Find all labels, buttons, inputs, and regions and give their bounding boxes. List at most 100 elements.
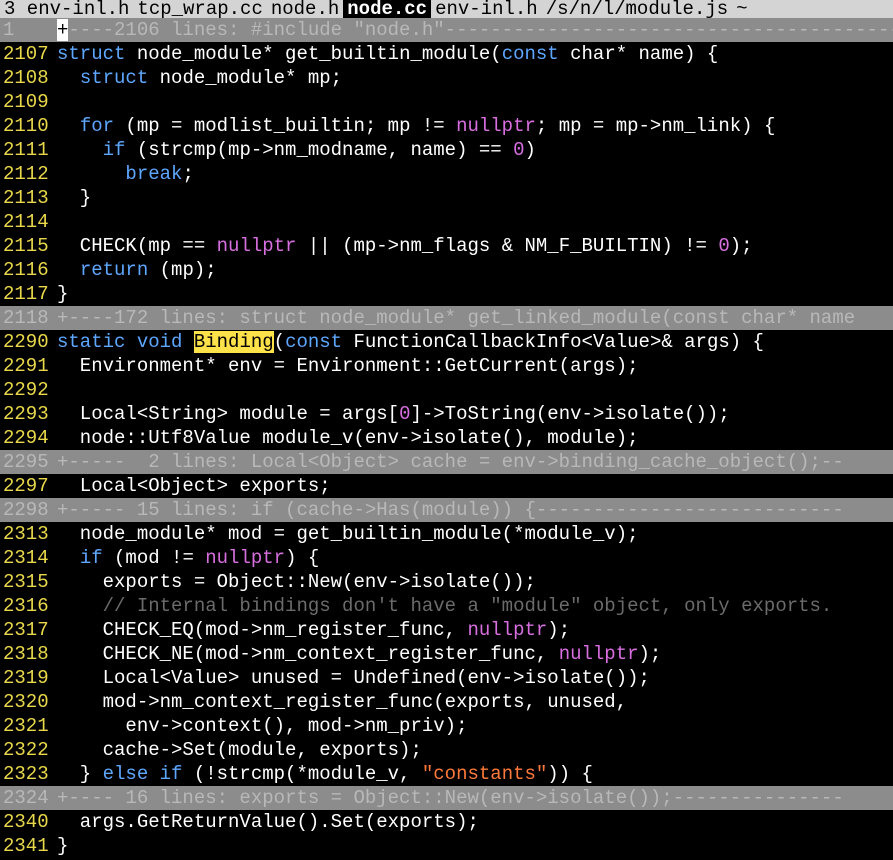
- code-line[interactable]: 2317 CHECK_EQ(mod->nm_register_func, nul…: [0, 618, 893, 642]
- code-line[interactable]: 2111 if (strcmp(mp->nm_modname, name) ==…: [0, 138, 893, 162]
- line-content: +----172 lines: struct node_module* get_…: [57, 307, 856, 329]
- code-line[interactable]: 2322 cache->Set(module, exports);: [0, 738, 893, 762]
- code-line[interactable]: 2291 Environment* env = Environment::Get…: [0, 354, 893, 378]
- fold-line[interactable]: 2324 +---- 16 lines: exports = Object::Ne…: [0, 786, 893, 810]
- code-line[interactable]: 2292: [0, 378, 893, 402]
- code-token: const: [285, 331, 343, 353]
- code-token: Environment* env = Environment::GetCurre…: [57, 355, 639, 377]
- line-number: 2291: [3, 355, 49, 377]
- code-token: node::Utf8Value module_v(env->isolate(),…: [57, 427, 639, 449]
- code-token: env->context(), mod->nm_priv);: [57, 715, 468, 737]
- code-line[interactable]: 2113 }: [0, 186, 893, 210]
- line-content: args.GetReturnValue().Set(exports);: [57, 811, 479, 833]
- fold-line[interactable]: 2118 +----172 lines: struct node_module* …: [0, 306, 893, 330]
- code-line[interactable]: 2117}: [0, 282, 893, 306]
- editor-buffer[interactable]: 1 +----2106 lines: #include "node.h"-----…: [0, 18, 893, 858]
- code-line[interactable]: 2293 Local<String> module = args[0]->ToS…: [0, 402, 893, 426]
- line-content: }: [57, 187, 91, 209]
- code-line[interactable]: 2294 node::Utf8Value module_v(env->isola…: [0, 426, 893, 450]
- code-token: 0: [399, 403, 411, 425]
- line-content: break;: [57, 163, 193, 185]
- code-token: (: [273, 331, 286, 353]
- code-token: return: [79, 259, 160, 281]
- code-line[interactable]: 2314 if (mod != nullptr) {: [0, 546, 893, 570]
- code-line[interactable]: 2116 return (mp);: [0, 258, 893, 282]
- code-line[interactable]: 2341}: [0, 834, 893, 858]
- code-line[interactable]: 2290 static void Binding(const FunctionCa…: [0, 330, 893, 354]
- line-number: 2322: [3, 739, 49, 761]
- code-token: 0: [718, 235, 730, 257]
- tab-tcp-wrap-cc[interactable]: tcp_wrap.cc: [133, 0, 266, 18]
- code-token: (mp);: [159, 259, 217, 281]
- code-token: );: [729, 235, 753, 257]
- search-match: Binding: [193, 331, 274, 353]
- code-token: nullptr: [456, 115, 536, 137]
- code-token: mod->nm_context_register_func(exports, u…: [57, 691, 628, 713]
- line-content: if (mod != nullptr) {: [57, 547, 319, 569]
- line-content: static void Binding(const FunctionCallba…: [57, 331, 764, 353]
- code-line[interactable]: 2313 node_module* mod = get_builtin_modu…: [0, 522, 893, 546]
- code-line[interactable]: 2108 struct node_module* mp;: [0, 66, 893, 90]
- code-line[interactable]: 2297 Local<Object> exports;: [0, 474, 893, 498]
- code-line[interactable]: 2107 struct node_module* get_builtin_modu…: [0, 42, 893, 66]
- fold-line[interactable]: 2298 +----- 15 lines: if (cache->Has(modu…: [0, 498, 893, 522]
- code-token: );: [638, 643, 662, 665]
- line-number: 2317: [3, 619, 49, 641]
- code-token: break: [125, 163, 183, 185]
- line-number: 2292: [3, 379, 49, 401]
- code-line[interactable]: 2340 args.GetReturnValue().Set(exports);: [0, 810, 893, 834]
- code-token: struct: [79, 67, 160, 89]
- tab-node-cc[interactable]: node.cc: [343, 0, 432, 18]
- code-line[interactable]: 2323 } else if (!strcmp(*module_v, "cons…: [0, 762, 893, 786]
- line-number: 2109: [3, 91, 49, 113]
- tab-env-inl-h[interactable]: env-inl.h: [431, 0, 542, 18]
- code-token: ]->ToString(env->isolate());: [410, 403, 730, 425]
- tab-s-n-l-module-js[interactable]: /s/n/l/module.js: [542, 0, 732, 18]
- code-token: struct: [57, 43, 137, 65]
- code-token: ) {: [285, 547, 320, 569]
- code-token: (mp = modlist_builtin; mp !=: [125, 115, 457, 137]
- tab-3-env-inl-h[interactable]: 3 env-inl.h: [0, 0, 133, 18]
- line-content: Local<String> module = args[0]->ToString…: [57, 403, 730, 425]
- code-token: ): [524, 139, 536, 161]
- code-line[interactable]: 2110 for (mp = modlist_builtin; mp != nu…: [0, 114, 893, 138]
- line-content: Local<Value> unused = Undefined(env->iso…: [57, 667, 650, 689]
- code-token: (!strcmp(*module_v,: [193, 763, 422, 785]
- line-content: return (mp);: [57, 259, 217, 281]
- code-token: cache->Set(module, exports);: [57, 739, 422, 761]
- code-line[interactable]: 2114: [0, 210, 893, 234]
- fold-line[interactable]: 1 +----2106 lines: #include "node.h"-----…: [0, 18, 893, 42]
- line-number: 2294: [3, 427, 49, 449]
- line-number: 2313: [3, 523, 49, 545]
- code-line[interactable]: 2109: [0, 90, 893, 114]
- code-token: CHECK_EQ(mod->nm_register_func,: [57, 619, 468, 641]
- code-line[interactable]: 2115 CHECK(mp == nullptr || (mp->nm_flag…: [0, 234, 893, 258]
- code-line[interactable]: 2315 exports = Object::New(env->isolate(…: [0, 570, 893, 594]
- tab-[interactable]: ~: [732, 0, 751, 18]
- code-line[interactable]: 2321 env->context(), mod->nm_priv);: [0, 714, 893, 738]
- line-number: 2114: [3, 211, 49, 233]
- code-line[interactable]: 2316 // Internal bindings don't have a "…: [0, 594, 893, 618]
- code-line[interactable]: 2112 break;: [0, 162, 893, 186]
- line-content: +---- 16 lines: exports = Object::New(en…: [57, 787, 844, 809]
- code-line[interactable]: 2318 CHECK_NE(mod->nm_context_register_f…: [0, 642, 893, 666]
- line-number: 2318: [3, 643, 49, 665]
- line-number: 2297: [3, 475, 49, 497]
- code-token: node_module* get_builtin_module(: [136, 43, 502, 65]
- code-token: for: [79, 115, 126, 137]
- code-token: nullptr: [558, 643, 639, 665]
- fold-line[interactable]: 2295 +----- 2 lines: Local<Object> cache …: [0, 450, 893, 474]
- tabline: 3 env-inl.h tcp_wrap.cc node.h node.cc env-i…: [0, 0, 893, 18]
- code-token: void: [136, 331, 183, 353]
- tab-node-h[interactable]: node.h: [267, 0, 343, 18]
- line-content: env->context(), mod->nm_priv);: [57, 715, 467, 737]
- code-token: ; mp = mp->nm_link) {: [535, 115, 776, 137]
- code-line[interactable]: 2320 mod->nm_context_register_func(expor…: [0, 690, 893, 714]
- code-line[interactable]: 2319 Local<Value> unused = Undefined(env…: [0, 666, 893, 690]
- code-token: }: [57, 763, 103, 785]
- line-content: CHECK(mp == nullptr || (mp->nm_flags & N…: [57, 235, 753, 257]
